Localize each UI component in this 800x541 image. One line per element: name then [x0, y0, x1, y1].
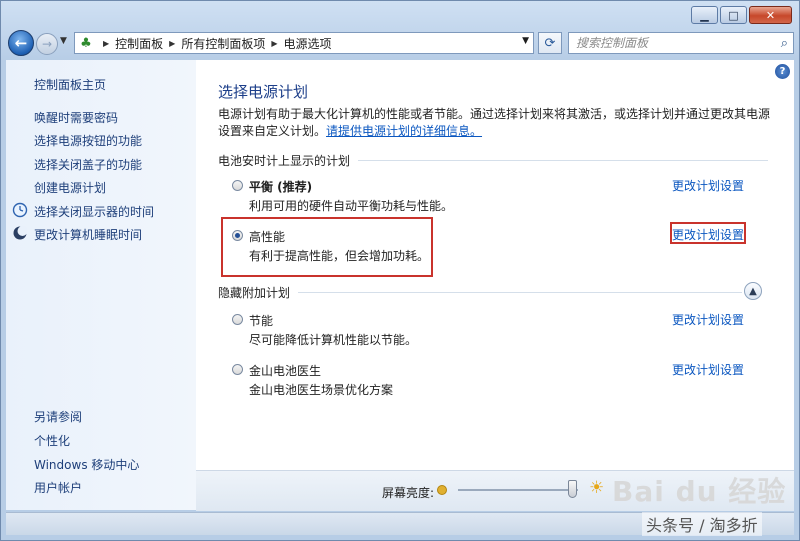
recent-pages-dropdown[interactable]: ▼ — [60, 36, 67, 46]
address-dropdown-icon[interactable]: ▼ — [522, 36, 529, 46]
navigation-bar: ← → ▼ ♣ ▶ 控制面板 ▶ 所有控制面板项 ▶ 电源选项 ▼ ⟳ 搜索控制… — [6, 30, 794, 58]
sidebar-link-power-buttons[interactable]: 选择电源按钮的功能 — [34, 132, 142, 149]
sidebar-link-wake-password[interactable]: 唤醒时需要密码 — [34, 109, 118, 126]
change-settings-power-saver[interactable]: 更改计划设置 — [672, 311, 744, 328]
brightness-label: 屏幕亮度: — [382, 486, 435, 500]
plan-balanced-name: 平衡 (推荐) — [249, 180, 313, 194]
minimize-icon: ▁ — [700, 8, 709, 22]
back-arrow-icon: ← — [14, 34, 28, 52]
display-clock-icon — [12, 202, 28, 218]
main-content: ? 选择电源计划 电源计划有助于最大化计算机的性能或者节能。通过选择计划来将其激… — [196, 60, 794, 510]
plan-balanced-desc: 利用可用的硬件自动平衡功耗与性能。 — [249, 199, 454, 213]
hidden-plans-section-header: 隐藏附加计划 — [218, 284, 743, 301]
bright-sun-icon: ☀ — [589, 478, 605, 498]
see-also-heading: 另请参阅 — [34, 410, 83, 424]
collapse-hidden-plans-button[interactable]: ▲ — [744, 282, 762, 300]
divider — [358, 160, 769, 161]
sidebar-link-create-plan[interactable]: 创建电源计划 — [34, 179, 106, 196]
close-icon: ✕ — [765, 8, 776, 22]
back-button[interactable]: ← — [8, 30, 34, 56]
radio-jinshan-battery[interactable] — [232, 364, 243, 375]
plan-power-saver-name: 节能 — [249, 314, 274, 328]
maximize-icon: □ — [728, 8, 739, 22]
plan-jinshan-battery-desc: 金山电池医生场景优化方案 — [249, 383, 394, 397]
breadcrumb-control-panel[interactable]: 控制面板 — [115, 35, 163, 52]
plan-power-saver-desc: 尽可能降低计算机性能以节能。 — [249, 333, 418, 347]
address-bar[interactable]: ♣ ▶ 控制面板 ▶ 所有控制面板项 ▶ 电源选项 ▼ — [74, 32, 534, 54]
sidebar-home-link[interactable]: 控制面板主页 — [34, 76, 106, 93]
description-text: 电源计划有助于最大化计算机的性能或者节能。通过选择计划来将其激活，或选择计划并通… — [218, 107, 771, 138]
sidebar-link-display-off[interactable]: 选择关闭显示器的时间 — [34, 203, 154, 220]
chevron-right-icon[interactable]: ▶ — [169, 39, 175, 48]
change-settings-high-performance[interactable]: 更改计划设置 — [672, 226, 744, 243]
close-button[interactable]: ✕ — [749, 6, 792, 24]
minimize-button[interactable]: ▁ — [691, 6, 718, 24]
see-also-mobility-center[interactable]: Windows 移动中心 — [34, 456, 139, 473]
plan-details-link[interactable]: 请提供电源计划的详细信息。 — [326, 124, 482, 138]
plan-high-performance-desc: 有利于提高性能，但会增加功耗。 — [249, 249, 430, 263]
refresh-button[interactable]: ⟳ — [538, 32, 562, 54]
battery-meter-section-header: 电池安时计上显示的计划 — [218, 152, 769, 169]
divider — [298, 292, 743, 293]
search-icon[interactable]: ⌕ — [781, 34, 788, 54]
maximize-button[interactable]: □ — [720, 6, 747, 24]
radio-balanced[interactable] — [232, 180, 243, 191]
battery-section-label: 电池安时计上显示的计划 — [218, 154, 351, 168]
page-title: 选择电源计划 — [218, 83, 309, 101]
chevron-up-icon: ▲ — [749, 285, 757, 297]
radio-high-performance[interactable] — [232, 230, 243, 241]
sidebar-link-sleep-time[interactable]: 更改计算机睡眠时间 — [34, 226, 142, 243]
chevron-right-icon[interactable]: ▶ — [103, 39, 109, 48]
see-also-user-accounts[interactable]: 用户帐户 — [34, 479, 82, 496]
forward-arrow-icon: → — [41, 37, 53, 51]
search-placeholder: 搜索控制面板 — [576, 36, 649, 50]
caption-buttons: ▁ □ ✕ — [691, 6, 792, 24]
moon-sleep-icon — [13, 226, 28, 240]
sidebar: 控制面板主页 唤醒时需要密码 选择电源按钮的功能 选择关闭盖子的功能 创建电源计… — [6, 60, 196, 510]
breadcrumb-power-options[interactable]: 电源选项 — [284, 35, 332, 52]
help-icon[interactable]: ? — [775, 64, 790, 79]
plan-jinshan-battery-name: 金山电池医生 — [249, 364, 322, 378]
control-panel-icon: ♣ — [80, 35, 92, 51]
chevron-right-icon[interactable]: ▶ — [271, 39, 277, 48]
forward-button[interactable]: → — [36, 33, 58, 55]
refresh-icon: ⟳ — [544, 35, 556, 51]
sidebar-link-lid-close[interactable]: 选择关闭盖子的功能 — [34, 156, 142, 173]
breadcrumb-all-items[interactable]: 所有控制面板项 — [181, 35, 265, 52]
brightness-slider-thumb[interactable] — [567, 480, 577, 498]
source-credit-watermark: 头条号 / 淘多折 — [642, 512, 762, 536]
page-description: 电源计划有助于最大化计算机的性能或者节能。通过选择计划来将其激活，或选择计划并通… — [218, 106, 778, 140]
plan-high-performance-name: 高性能 — [249, 230, 286, 244]
radio-power-saver[interactable] — [232, 314, 243, 325]
see-also-personalization[interactable]: 个性化 — [34, 432, 70, 449]
change-settings-jinshan-battery[interactable]: 更改计划设置 — [672, 361, 744, 378]
change-settings-balanced[interactable]: 更改计划设置 — [672, 177, 744, 194]
hidden-section-label: 隐藏附加计划 — [218, 286, 291, 300]
brightness-slider-track[interactable] — [458, 489, 578, 491]
search-input[interactable]: 搜索控制面板 ⌕ — [568, 32, 794, 54]
dim-sun-icon — [437, 485, 447, 495]
baidu-jingyan-watermark: Bai du 经验 — [612, 475, 787, 508]
